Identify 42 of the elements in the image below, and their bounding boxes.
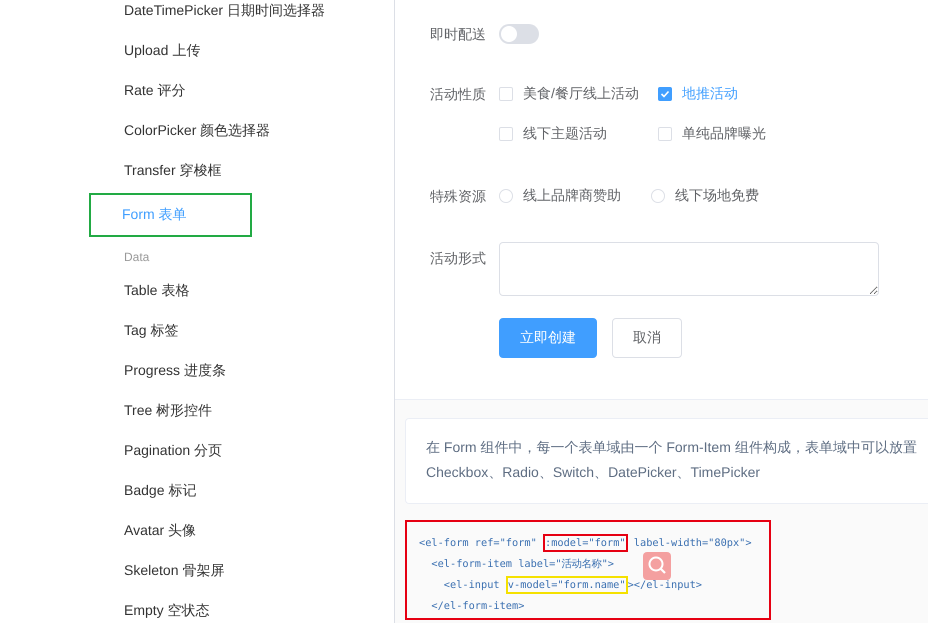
checkbox-label: 地推活动 (682, 85, 738, 103)
highlighted-code: :model="form" (543, 534, 628, 552)
sidebar-item[interactable]: Empty 空状态 (124, 602, 210, 620)
sidebar-item[interactable]: Upload 上传 (124, 42, 200, 60)
radio-label: 线上品牌商赞助 (523, 187, 621, 205)
description-text: 在 Form 组件中，每一个表单域由一个 Form-Item 组件构成，表单域中可以放置 (426, 438, 918, 457)
code-text: ></el-input> (628, 578, 702, 590)
toggle-switch[interactable] (499, 24, 539, 44)
sidebar-item[interactable]: Pagination 分页 (124, 442, 222, 460)
search-icon[interactable] (643, 552, 671, 580)
sidebar-item[interactable]: ColorPicker 颜色选择器 (124, 122, 270, 140)
sidebar-item[interactable]: Table 表格 (124, 282, 190, 300)
checkbox-label: 线下主题活动 (523, 125, 607, 143)
sidebar-item[interactable]: Avatar 头像 (124, 522, 196, 540)
sidebar-item[interactable]: DateTimePicker 日期时间选择器 (124, 2, 325, 20)
highlighted-code: v-model="form.name" (506, 576, 628, 594)
text-area[interactable] (499, 242, 879, 296)
checkbox-label: 单纯品牌曝光 (682, 125, 766, 143)
description-text: Checkbox、Radio、Switch、DatePicker、TimePicker (426, 463, 762, 482)
checkbox-label: 美食/餐厅线上活动 (523, 85, 639, 103)
checkbox[interactable] (658, 87, 672, 101)
sidebar-item[interactable]: Rate 评分 (124, 82, 186, 100)
radio-button[interactable] (651, 189, 665, 203)
field-label: 活动性质 (430, 85, 487, 104)
cancel-button[interactable]: 取消 (612, 318, 682, 358)
radio-label: 线下场地免费 (675, 187, 759, 205)
code-text: label-width="80px"> (632, 536, 752, 548)
field-label: 活动形式 (430, 249, 487, 268)
group-heading: Data (123, 249, 150, 266)
code-text: <el-form-item label="活动名称"> (430, 556, 614, 570)
sidebar-item[interactable]: Badge 标记 (124, 482, 196, 500)
field-label: 特殊资源 (430, 187, 487, 206)
sidebar-item[interactable]: Progress 进度条 (124, 362, 226, 380)
radio-button[interactable] (499, 189, 513, 203)
sidebar-item[interactable]: Tag 标签 (124, 322, 178, 340)
code-text: </el-form-item> (430, 600, 524, 612)
code-text: <el-form ref="form" (419, 536, 538, 548)
field-label: 即时配送 (430, 25, 487, 44)
sidebar-item[interactable]: Skeleton 骨架屏 (124, 562, 224, 580)
sidebar-item[interactable]: Transfer 穿梭框 (124, 162, 222, 180)
code-text: <el-input (442, 578, 501, 590)
sidebar-item[interactable]: Tree 树形控件 (124, 402, 212, 420)
